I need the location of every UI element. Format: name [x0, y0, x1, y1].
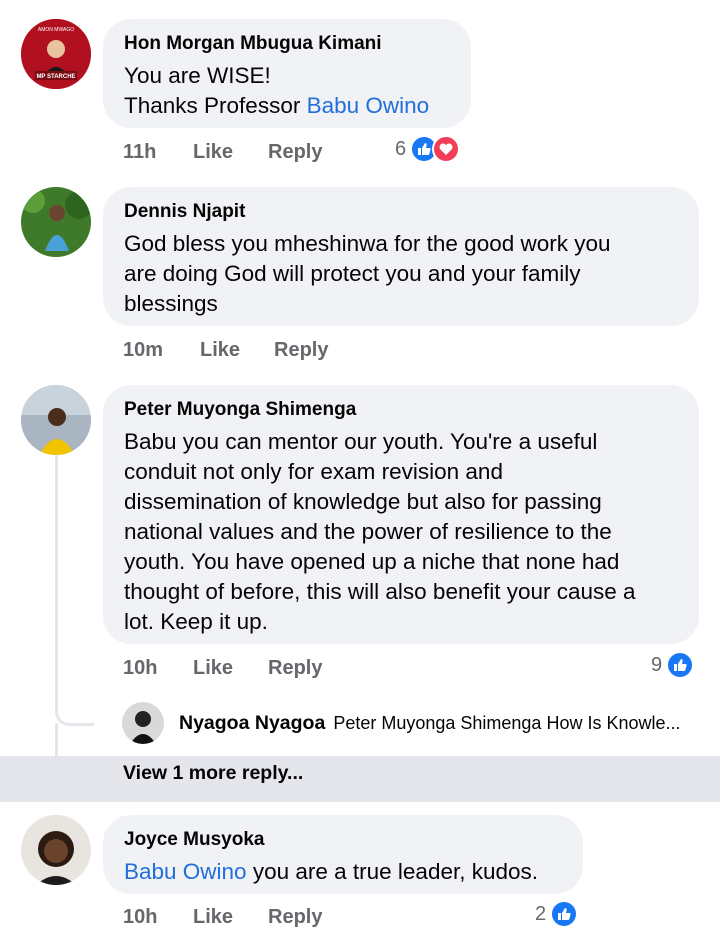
comment-bubble: Hon Morgan Mbugua Kimani You are WISE! T…	[103, 19, 471, 128]
comment-line: national values and the power of resilie…	[124, 519, 612, 544]
comment-line: God bless you mheshinwa for the good wor…	[124, 231, 611, 256]
comment-line: Thanks Professor Babu Owino	[124, 91, 451, 121]
comment-actions: 10h Like Reply	[123, 906, 322, 929]
reply-author[interactable]: Nyagoa Nyagoa	[179, 712, 325, 735]
reaction-count: 6	[395, 137, 407, 160]
comment-line: blessings	[124, 291, 218, 316]
comment-time[interactable]: 10h	[123, 906, 193, 929]
comment-line: thought of before, this will also benefi…	[124, 579, 636, 604]
avatar-image	[21, 815, 91, 885]
mention-link[interactable]: Babu Owino	[307, 93, 430, 118]
comment-bubble: Joyce Musyoka Babu Owino you are a true …	[103, 815, 583, 894]
comment-line: lot. Keep it up.	[124, 609, 268, 634]
comment-actions: 10m Like Reply	[123, 339, 328, 362]
like-button[interactable]: Like	[193, 906, 268, 929]
reply-preview-text: Peter Muyonga Shimenga How Is Knowle...	[333, 712, 681, 733]
comment-bubble: Dennis Njapit God bless you mheshinwa fo…	[103, 187, 699, 326]
comment-author[interactable]: Joyce Musyoka	[124, 829, 563, 851]
comment-line: Babu you can mentor our youth. You're a …	[124, 429, 598, 454]
comment-line: are doing God will protect you and your …	[124, 261, 581, 286]
view-more-replies-link[interactable]: View 1 more reply...	[123, 762, 303, 785]
avatar[interactable]: AMON MWAGO MP STARCHE	[21, 19, 91, 89]
reply-button[interactable]: Reply	[268, 657, 322, 680]
comment-author[interactable]: Peter Muyonga Shimenga	[124, 399, 679, 421]
reaction-count: 2	[535, 902, 547, 925]
comment-time[interactable]: 10m	[123, 339, 200, 362]
avatar-image	[21, 187, 91, 257]
avatar-image: AMON MWAGO MP STARCHE	[21, 19, 91, 89]
svg-text:AMON MWAGO: AMON MWAGO	[38, 27, 74, 33]
mention-link[interactable]: Babu Owino	[124, 859, 247, 884]
comment-time[interactable]: 11h	[123, 141, 193, 164]
avatar[interactable]	[21, 385, 91, 455]
avatar[interactable]	[21, 187, 91, 257]
comment-text: You are WISE! Thanks Professor Babu Owin…	[124, 61, 451, 121]
comment-text: Babu Owino you are a true leader, kudos.	[124, 857, 563, 887]
comment-line: dissemination of knowledge but also for …	[124, 489, 602, 514]
reply-button[interactable]: Reply	[268, 141, 322, 164]
comment-actions: 11h Like Reply	[123, 141, 322, 164]
comment-line: youth. You have opened up a niche that n…	[124, 549, 620, 574]
like-icon	[550, 900, 579, 928]
reply-preview[interactable]: Nyagoa Nyagoa Peter Muyonga Shimenga How…	[122, 702, 712, 744]
comment-author[interactable]: Dennis Njapit	[124, 201, 679, 223]
like-button[interactable]: Like	[200, 339, 274, 362]
reaction-count: 9	[651, 653, 663, 676]
reaction-summary[interactable]: 6	[395, 135, 461, 163]
comment-text: God bless you mheshinwa for the good wor…	[124, 229, 679, 319]
reaction-summary[interactable]: 2	[535, 900, 579, 928]
comment-line: You are WISE!	[124, 63, 271, 88]
comment-author[interactable]: Hon Morgan Mbugua Kimani	[124, 33, 451, 55]
avatar-image	[21, 385, 91, 455]
thread-line	[55, 455, 94, 726]
comment-time[interactable]: 10h	[123, 657, 193, 680]
avatar[interactable]	[21, 815, 91, 885]
love-icon	[432, 135, 461, 163]
comment-text: Babu you can mentor our youth. You're a …	[124, 427, 679, 637]
view-more-replies-bar[interactable]: View 1 more reply...	[0, 756, 720, 802]
like-button[interactable]: Like	[193, 657, 268, 680]
like-button[interactable]: Like	[193, 141, 268, 164]
like-icon	[666, 651, 695, 679]
comment-line: conduit not only for exam revision and	[124, 459, 503, 484]
comment-text-suffix: you are a true leader, kudos.	[246, 859, 539, 884]
reply-button[interactable]: Reply	[268, 906, 322, 929]
reaction-summary[interactable]: 9	[651, 651, 695, 679]
comment-text-prefix: Thanks Professor	[124, 93, 307, 118]
comment-bubble: Peter Muyonga Shimenga Babu you can ment…	[103, 385, 699, 644]
reply-button[interactable]: Reply	[274, 339, 328, 362]
avatar[interactable]	[122, 702, 164, 744]
avatar-image	[122, 702, 164, 744]
comment-actions: 10h Like Reply	[123, 657, 322, 680]
svg-text:MP STARCHE: MP STARCHE	[36, 74, 75, 80]
